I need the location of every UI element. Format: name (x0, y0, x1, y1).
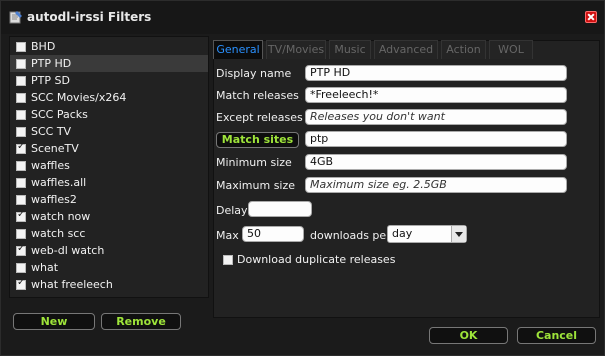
tab-wol[interactable]: WOL (489, 40, 533, 59)
delay-label: Delay (216, 204, 248, 217)
new-filter-button[interactable]: New (13, 313, 95, 330)
download-duplicates-option[interactable]: Download duplicate releases (223, 253, 395, 266)
filter-item[interactable]: PTP SD (10, 72, 208, 89)
filter-enabled-checkbox[interactable] (16, 177, 26, 188)
filter-item-label: web-dl watch (31, 244, 105, 257)
tab-general[interactable]: General (213, 40, 263, 59)
filter-item[interactable]: SCC Packs (10, 106, 208, 123)
filter-item-label: what freeleech (31, 278, 113, 291)
ok-button[interactable]: OK (429, 327, 508, 344)
filter-item-label: waffles.all (31, 176, 87, 189)
filter-enabled-checkbox[interactable] (16, 243, 26, 256)
maximum-size-input[interactable]: Maximum size eg. 2.5GB (305, 177, 567, 193)
max-downloads-input[interactable]: 50 (242, 226, 304, 242)
period-select-value: day (392, 227, 413, 240)
filter-item[interactable]: waffles.all (10, 174, 208, 191)
filter-item[interactable]: SCC TV (10, 123, 208, 140)
filter-item[interactable]: waffles (10, 157, 208, 174)
filter-enabled-checkbox[interactable] (16, 92, 26, 103)
filter-item[interactable]: web-dl watch (10, 242, 208, 259)
filter-item-label: watch now (31, 210, 91, 223)
minimum-size-input[interactable]: 4GB (305, 154, 567, 170)
filter-item-label: SCC Movies/x264 (31, 91, 127, 104)
match-sites-button[interactable]: Match sites (216, 132, 299, 148)
tab-music[interactable]: Music (329, 40, 371, 59)
filter-item-label: BHD (31, 40, 56, 53)
filter-item-label: PTP HD (31, 57, 72, 70)
filter-item[interactable]: what (10, 259, 208, 276)
filter-item-label: waffles (31, 159, 70, 172)
except-releases-input[interactable]: Releases you don't want (305, 109, 567, 125)
filter-item[interactable]: PTP HD (10, 55, 208, 72)
filter-enabled-checkbox[interactable] (16, 109, 26, 120)
filter-enabled-checkbox[interactable] (16, 228, 26, 239)
download-duplicates-checkbox[interactable] (223, 254, 233, 265)
maximum-size-label: Maximum size (216, 179, 296, 192)
filter-item[interactable]: SCC Movies/x264 (10, 89, 208, 106)
filter-enabled-checkbox[interactable] (16, 126, 26, 137)
filter-enabled-checkbox[interactable] (16, 58, 26, 69)
filter-item-label: PTP SD (31, 74, 70, 87)
tab-action[interactable]: Action (441, 40, 486, 59)
filter-item[interactable]: waffles2 (10, 191, 208, 208)
except-releases-label: Except releases (216, 111, 303, 124)
filter-item[interactable]: watch now (10, 208, 208, 225)
remove-filter-button[interactable]: Remove (101, 313, 181, 330)
minimum-size-label: Minimum size (216, 156, 292, 169)
filter-enabled-checkbox[interactable] (16, 41, 26, 52)
filter-list[interactable]: BHD PTP HD PTP SD SCC Movies/x264 SCC Packs S… (9, 36, 209, 298)
match-releases-input[interactable]: *Freeleech!* (305, 87, 567, 103)
filter-item-label: what (31, 261, 59, 274)
chevron-down-icon[interactable] (451, 226, 466, 242)
filter-enabled-checkbox[interactable] (16, 160, 26, 171)
cancel-button[interactable]: Cancel (517, 327, 596, 344)
window-title: autodl-irssi Filters (27, 10, 152, 24)
close-icon[interactable] (585, 11, 597, 23)
filter-enabled-checkbox[interactable] (16, 75, 26, 86)
tab-tv-movies[interactable]: TV/Movies (266, 40, 326, 59)
app-icon (9, 11, 22, 24)
filters-dialog: autodl-irssi Filters BHD PTP HD PTP SD SCC … (0, 0, 605, 356)
filter-item-label: SCC Packs (31, 108, 88, 121)
display-name-input[interactable]: PTP HD (305, 65, 567, 81)
display-name-label: Display name (216, 67, 292, 80)
filter-enabled-checkbox[interactable] (16, 141, 26, 154)
filter-item[interactable]: SceneTV (10, 140, 208, 157)
filter-item-label: SCC TV (31, 125, 72, 138)
filter-item[interactable]: BHD (10, 38, 208, 55)
filter-item-label: waffles2 (31, 193, 77, 206)
title-bar[interactable]: autodl-irssi Filters (1, 1, 604, 34)
delay-input[interactable] (248, 201, 312, 217)
filter-enabled-checkbox[interactable] (16, 194, 26, 205)
downloads-per-label: downloads per (310, 229, 391, 242)
filter-item-label: SceneTV (31, 142, 79, 155)
match-releases-label: Match releases (216, 89, 299, 102)
filter-item[interactable]: what freeleech (10, 276, 208, 293)
filter-enabled-checkbox[interactable] (16, 262, 26, 273)
download-duplicates-label: Download duplicate releases (237, 253, 396, 266)
filter-item-label: watch scc (31, 227, 86, 240)
tab-advanced[interactable]: Advanced (374, 40, 438, 59)
filter-enabled-checkbox[interactable] (16, 277, 26, 290)
filter-item[interactable]: watch scc (10, 225, 208, 242)
filter-enabled-checkbox[interactable] (16, 209, 26, 222)
match-sites-input[interactable]: ptp (305, 131, 567, 147)
max-label: Max (216, 229, 239, 242)
period-select[interactable]: day (387, 225, 467, 243)
